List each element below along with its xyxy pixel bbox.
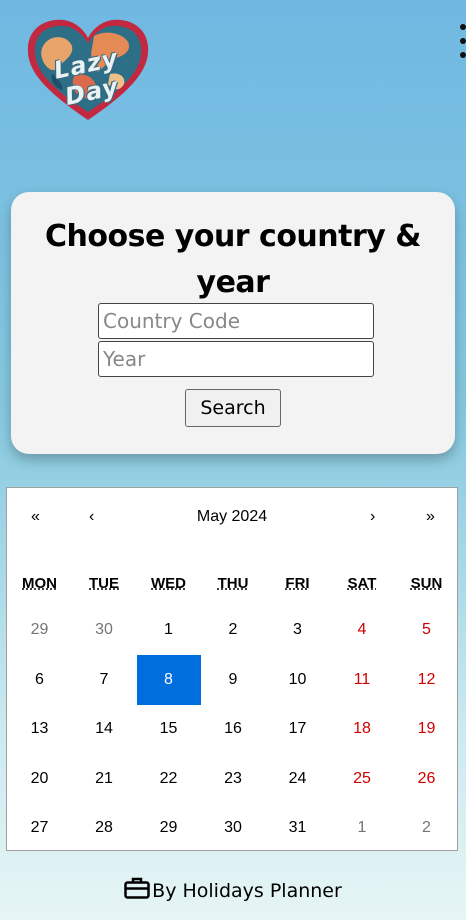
calendar-day[interactable]: 17 (266, 704, 330, 754)
calendar-day[interactable]: 29 (137, 803, 201, 853)
weekday-label: SUN (410, 575, 443, 592)
calendar-day[interactable]: 31 (266, 803, 330, 853)
calendar-day[interactable]: 1 (137, 605, 201, 655)
calendar-day-other-month[interactable]: 29 (8, 605, 72, 655)
weekday-sat: SAT (330, 575, 394, 592)
calendar: « ‹ May 2024 › » MON TUE WED THU FRI SAT SUN 2… (6, 487, 458, 851)
briefcase-icon (124, 877, 150, 899)
calendar-day-other-month[interactable]: 2 (395, 803, 459, 853)
calendar-day[interactable]: 15 (137, 704, 201, 754)
calendar-day-other-month[interactable]: 30 (72, 605, 136, 655)
calendar-day[interactable]: 7 (72, 655, 136, 705)
month-label[interactable]: May 2024 (7, 508, 457, 526)
calendar-day[interactable]: 5 (395, 605, 459, 655)
search-card-title: Choose your country & year (45, 219, 421, 300)
lazy-day-logo[interactable]: Lazy Day (24, 16, 152, 124)
calendar-day[interactable]: 19 (395, 704, 459, 754)
weekday-fri: FRI (266, 575, 330, 592)
year-input[interactable] (98, 341, 374, 377)
calendar-day[interactable]: 27 (8, 803, 72, 853)
footer-text: By Holidays Planner (152, 880, 342, 902)
calendar-day[interactable]: 24 (266, 754, 330, 804)
menu-dot (460, 38, 466, 44)
country-code-input[interactable] (98, 303, 374, 339)
footer: By Holidays Planner (0, 876, 466, 902)
calendar-day[interactable]: 11 (330, 655, 394, 705)
weekday-mon: MON (8, 575, 72, 592)
calendar-day[interactable]: 6 (8, 655, 72, 705)
weekday-wed: WED (137, 575, 201, 592)
calendar-day[interactable]: 25 (330, 754, 394, 804)
menu-dot (460, 24, 466, 30)
calendar-day[interactable]: 20 (8, 754, 72, 804)
weekday-label: WED (151, 575, 186, 592)
calendar-day[interactable]: 13 (8, 704, 72, 754)
calendar-day[interactable]: 8 (136, 654, 201, 705)
calendar-day[interactable]: 28 (72, 803, 136, 853)
calendar-day[interactable]: 26 (395, 754, 459, 804)
weekday-label: FRI (285, 575, 310, 592)
calendar-day[interactable]: 9 (201, 655, 265, 705)
calendar-day[interactable]: 18 (330, 704, 394, 754)
weekday-thu: THU (201, 575, 265, 592)
calendar-day[interactable]: 10 (266, 655, 330, 705)
weekday-sun: SUN (395, 575, 459, 592)
calendar-day[interactable]: 12 (395, 655, 459, 705)
menu-dot (460, 52, 466, 58)
calendar-day[interactable]: 23 (201, 754, 265, 804)
calendar-day[interactable]: 21 (72, 754, 136, 804)
calendar-day[interactable]: 22 (137, 754, 201, 804)
calendar-day[interactable]: 30 (201, 803, 265, 853)
more-vertical-icon[interactable] (460, 24, 466, 66)
calendar-day-other-month[interactable]: 1 (330, 803, 394, 853)
next-month-button[interactable]: › (370, 508, 375, 526)
search-card: Choose your country & year Search (11, 192, 455, 454)
next-year-button[interactable]: » (426, 508, 435, 526)
calendar-day[interactable]: 2 (201, 605, 265, 655)
weekday-tue: TUE (72, 575, 136, 592)
weekday-label: TUE (89, 575, 119, 592)
search-button[interactable]: Search (185, 389, 281, 427)
weekday-label: THU (217, 575, 249, 592)
calendar-day[interactable]: 14 (72, 704, 136, 754)
calendar-day[interactable]: 4 (330, 605, 394, 655)
weekday-label: MON (22, 575, 57, 592)
calendar-day[interactable]: 3 (266, 605, 330, 655)
weekday-label: SAT (347, 575, 377, 592)
calendar-day[interactable]: 16 (201, 704, 265, 754)
